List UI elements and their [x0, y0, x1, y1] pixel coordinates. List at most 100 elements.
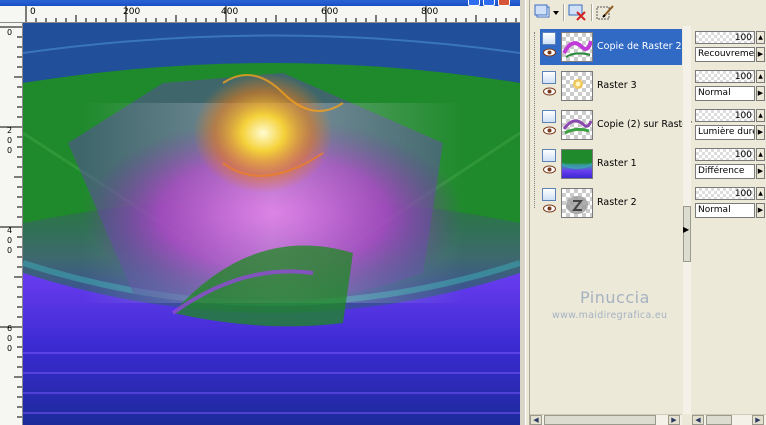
- ruler-label: 0: [6, 334, 13, 343]
- opacity-slider[interactable]: 100: [695, 148, 755, 161]
- layer-properties-row: 100 ▲ Recouvrement ▶: [692, 29, 766, 65]
- toolbar-separator: [563, 4, 565, 21]
- delete-layer-button[interactable]: [568, 3, 588, 22]
- ruler-label: 0: [6, 246, 13, 255]
- eye-icon[interactable]: [543, 48, 556, 57]
- scroll-thumb[interactable]: [706, 415, 732, 425]
- edit-mask-button[interactable]: [596, 3, 616, 22]
- layer-type-icon[interactable]: [542, 149, 556, 162]
- opacity-spin-icon[interactable]: ▲: [756, 70, 765, 83]
- layer-row[interactable]: Raster 3: [540, 68, 682, 104]
- scroll-left-icon[interactable]: ◀: [692, 415, 704, 425]
- layer-toggles: [542, 188, 558, 218]
- opacity-slider[interactable]: 100: [695, 187, 755, 200]
- scroll-right-icon[interactable]: ▶: [668, 415, 680, 425]
- layers-splitter[interactable]: [683, 26, 691, 414]
- opacity-slider[interactable]: 100: [695, 70, 755, 83]
- scroll-left-icon[interactable]: ◀: [530, 415, 542, 425]
- toolbar-separator: [591, 4, 593, 21]
- ruler-label: 0: [6, 28, 13, 37]
- opacity-value: 100: [734, 111, 752, 121]
- edit-mask-icon: [596, 5, 614, 20]
- watermark-url: www.maidiregrafica.eu: [552, 310, 668, 321]
- ruler-vertical: 0 2 0 0 4 0 0 6 0 0: [0, 23, 23, 425]
- opacity-slider[interactable]: 100: [695, 31, 755, 44]
- ruler-label: 0: [6, 344, 13, 353]
- layer-properties-row: 100 ▲ Différence ▶: [692, 146, 766, 182]
- layer-type-icon[interactable]: [542, 71, 556, 84]
- opacity-spin-icon[interactable]: ▲: [756, 109, 765, 122]
- opacity-value: 100: [734, 33, 752, 43]
- layer-name[interactable]: Raster 3: [597, 80, 637, 91]
- layer-name[interactable]: Raster 1: [597, 158, 637, 169]
- opacity-value: 100: [734, 189, 752, 199]
- layer-thumbnail: [561, 149, 593, 179]
- eye-icon[interactable]: [543, 204, 556, 213]
- blend-mode-select[interactable]: Différence: [695, 164, 755, 179]
- layer-toggles: [542, 149, 558, 179]
- dropdown-arrow-icon[interactable]: ▶: [756, 86, 765, 101]
- opacity-spin-icon[interactable]: ▲: [756, 187, 765, 200]
- layer-type-icon[interactable]: [542, 188, 556, 201]
- image-canvas[interactable]: [23, 23, 520, 425]
- ruler-label: 0: [6, 146, 13, 155]
- delete-layer-icon: [568, 4, 586, 21]
- grey-figure-thumbnail: [566, 196, 588, 214]
- layer-toggles: [542, 32, 558, 62]
- scroll-right-icon[interactable]: ▶: [752, 415, 764, 425]
- layer-properties-row: 100 ▲ Normal ▶: [692, 68, 766, 104]
- blend-mode-select[interactable]: Normal: [695, 86, 755, 101]
- new-layer-button[interactable]: [534, 3, 560, 22]
- ruler-label: 0: [6, 236, 13, 245]
- artwork-image: [23, 23, 520, 425]
- layer-properties-row: 100 ▲ Normal ▶: [692, 185, 766, 221]
- new-layer-icon: [534, 4, 559, 18]
- layer-row[interactable]: Copie (2) sur Raster: [540, 107, 692, 143]
- ruler-label: 6: [6, 324, 13, 333]
- layer-toggles: [542, 110, 558, 140]
- pink-swirl-thumbnail: [562, 40, 592, 58]
- layer-type-icon[interactable]: [542, 32, 556, 45]
- blend-mode-select[interactable]: Lumière dure: [695, 125, 755, 140]
- blend-mode-select[interactable]: Recouvrement: [695, 47, 755, 62]
- layer-type-icon[interactable]: [542, 110, 556, 123]
- dropdown-arrow-icon[interactable]: ▶: [756, 203, 765, 218]
- opacity-value: 100: [734, 150, 752, 160]
- ruler-label: 600: [321, 7, 339, 17]
- flame-thumbnail: [573, 79, 583, 89]
- eye-icon[interactable]: [543, 87, 556, 96]
- ruler-label: 0: [30, 7, 36, 17]
- layer-row[interactable]: Raster 2: [540, 185, 682, 221]
- ruler-vertical-ticks: [0, 26, 22, 418]
- expand-arrow-icon[interactable]: ▶: [683, 225, 691, 235]
- layer-row[interactable]: Copie de Raster 2: [540, 29, 682, 65]
- layer-name[interactable]: Copie de Raster 2: [597, 41, 682, 52]
- blend-mode-select[interactable]: Normal: [695, 203, 755, 218]
- layer-name[interactable]: Copie (2) sur Raster: [597, 119, 692, 130]
- opacity-spin-icon[interactable]: ▲: [756, 31, 765, 44]
- ruler-label: 2: [6, 126, 13, 135]
- properties-scrollbar-horizontal[interactable]: ◀ ▶: [692, 414, 766, 425]
- dropdown-arrow-icon[interactable]: ▶: [756, 47, 765, 62]
- layer-thumbnail: [561, 71, 593, 101]
- watermark-name: Pinuccia: [580, 288, 650, 307]
- layer-thumbnail: [561, 32, 593, 62]
- eye-icon[interactable]: [543, 126, 556, 135]
- opacity-slider[interactable]: 100: [695, 109, 755, 122]
- layer-name[interactable]: Raster 2: [597, 197, 637, 208]
- eye-icon[interactable]: [543, 165, 556, 174]
- green-swirl-thumbnail: [562, 119, 592, 135]
- layer-properties: 100 ▲ Recouvrement ▶ 100 ▲ Normal ▶ 100 …: [692, 26, 766, 414]
- layer-row[interactable]: Raster 1: [540, 146, 682, 182]
- layers-scrollbar-horizontal[interactable]: ◀ ▶: [530, 414, 682, 425]
- dropdown-arrow-icon[interactable]: ▶: [756, 164, 765, 179]
- ruler-horizontal-ticks: [25, 6, 517, 22]
- layer-thumbnail: [561, 188, 593, 218]
- scroll-thumb[interactable]: [544, 415, 656, 425]
- opacity-spin-icon[interactable]: ▲: [756, 148, 765, 161]
- ruler-label: 4: [6, 226, 13, 235]
- layer-toggles: [542, 71, 558, 101]
- dropdown-arrow-icon[interactable]: ▶: [756, 125, 765, 140]
- ruler-label: 400: [221, 7, 239, 17]
- ruler-label: 0: [6, 136, 13, 145]
